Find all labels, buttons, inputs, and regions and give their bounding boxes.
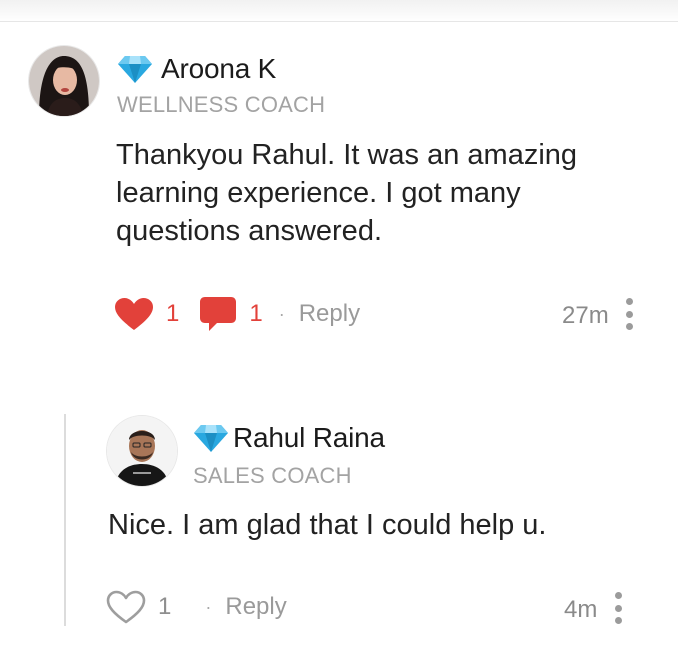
comment-text-line: learning experience. I got many [116,177,521,209]
like-button[interactable]: 1 [114,297,179,331]
separator-dot: · [205,596,212,617]
comment-text-line: Thankyou Rahul. It was an amazing [116,139,578,171]
thread-line [64,414,66,626]
avatar[interactable] [29,46,99,116]
heart-filled-icon [114,297,154,331]
speech-bubble-icon [199,296,237,332]
author-name[interactable]: Aroona K [161,53,276,85]
comment-text-line: questions answered. [116,215,382,247]
separator-dot: · [278,303,285,324]
like-button[interactable]: 1 [106,590,171,624]
timestamp: 4m [564,596,598,623]
author-role: SALES COACH [193,463,352,488]
top-divider [0,21,678,22]
author-line: Rahul Raina [193,422,385,454]
diamond-icon [193,423,229,453]
comment-text: Nice. I am glad that I could help u. [108,506,546,544]
author-name[interactable]: Rahul Raina [233,422,385,454]
heart-outline-icon [106,590,146,624]
more-vertical-icon[interactable] [613,592,623,624]
author-role: WELLNESS COACH [117,92,326,117]
reply-link[interactable]: Reply [225,593,286,621]
replies-button[interactable]: 1 [199,296,263,332]
top-shadow [0,0,678,22]
author-line: Aroona K [117,53,276,85]
reply-count: 1 [249,300,263,327]
reply-link[interactable]: Reply [299,300,360,328]
comment-text: Thankyou Rahul. It was an amazing learni… [116,136,577,250]
comment-text-line: Nice. I am glad that I could help u. [108,509,547,541]
timestamp: 27m [562,302,609,329]
avatar[interactable] [107,416,177,486]
comment-actions: 1 1 · Reply [114,296,360,332]
diamond-icon [117,54,153,84]
more-vertical-icon[interactable] [624,298,634,330]
like-count: 1 [158,593,172,620]
like-count: 1 [166,300,180,327]
comment-actions: 1 · Reply [106,589,287,625]
